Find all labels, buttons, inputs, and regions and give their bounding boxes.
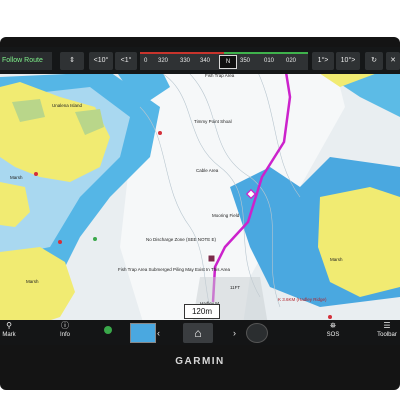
status-dot-icon: [104, 326, 112, 334]
chevron-left-icon[interactable]: ‹: [157, 328, 160, 338]
menu-icon: ☰: [383, 321, 391, 330]
follow-route-button[interactable]: Follow Route: [0, 52, 52, 70]
toolbar-button[interactable]: ☰ Toolbar: [372, 320, 400, 338]
sos-label: SOS: [326, 332, 340, 338]
close-icon[interactable]: ✕: [386, 52, 400, 70]
scale-indicator: 120m: [184, 304, 220, 319]
map-label: Cable Area: [196, 168, 219, 173]
port-indicator: [140, 52, 224, 54]
refresh-icon[interactable]: ↻: [365, 52, 383, 70]
map-label: 11FT: [230, 285, 241, 290]
map-label: Mooring Field: [212, 213, 240, 218]
chart-screen[interactable]: Fish Trap Area Unalena Island Timmy Poin…: [0, 47, 400, 345]
sos-button[interactable]: ⛯ SOS: [318, 320, 348, 338]
compass-tick-label: 320: [158, 58, 169, 64]
map-label: No Discharge Zone (SEE NOTE E): [146, 237, 217, 242]
map-label: Marsh: [26, 279, 39, 284]
map-label: Fish Trap Area Submerged Piling May Exis…: [118, 267, 230, 272]
mark-label: Mark: [2, 332, 16, 338]
steer-right-10-button[interactable]: 10°>: [336, 52, 360, 70]
info-icon: ⓘ: [61, 321, 69, 330]
heading-compass: 0 320 330 340 350 N 010 020: [140, 52, 308, 70]
compass-tick-label: 020: [286, 58, 297, 64]
starboard-indicator: [224, 52, 308, 54]
compass-tick-label: 010: [264, 58, 275, 64]
layers-icon[interactable]: ⇕: [60, 52, 84, 70]
current-heading: N: [219, 55, 237, 69]
vessel-marker: [207, 254, 216, 263]
compass-tick-label: 350: [240, 58, 251, 64]
toolbar-label: Toolbar: [377, 332, 397, 338]
steer-right-1-button[interactable]: 1°>: [312, 52, 334, 70]
map-label: Unalena Island: [52, 103, 83, 108]
map-pin-icon: ⚲: [6, 321, 12, 330]
map-label: Marsh: [10, 175, 23, 180]
steer-left-10-button[interactable]: <10°: [89, 52, 113, 70]
chevron-right-icon[interactable]: ›: [233, 328, 236, 338]
compass-tick-label: 330: [180, 58, 191, 64]
compass-tick-label: 340: [200, 58, 211, 64]
sos-icon: ⛯: [329, 321, 337, 330]
map-label: Marsh: [330, 257, 343, 262]
map-label: K 3.6KM (Hadley Ridge): [278, 297, 327, 302]
steer-left-1-button[interactable]: <1°: [115, 52, 137, 70]
mark-button[interactable]: ⚲ Mark: [0, 320, 24, 338]
radar-icon[interactable]: [246, 323, 268, 343]
brand-logo: GARMIN: [175, 356, 225, 367]
info-label: Info: [59, 332, 70, 338]
compass-tick-label: 0: [144, 58, 148, 64]
info-button[interactable]: ⓘ Info: [50, 320, 80, 338]
home-button[interactable]: ⌂: [183, 323, 213, 343]
chart-thumbnail[interactable]: [130, 323, 156, 343]
map-label: Timmy Point Shoal: [194, 119, 232, 124]
